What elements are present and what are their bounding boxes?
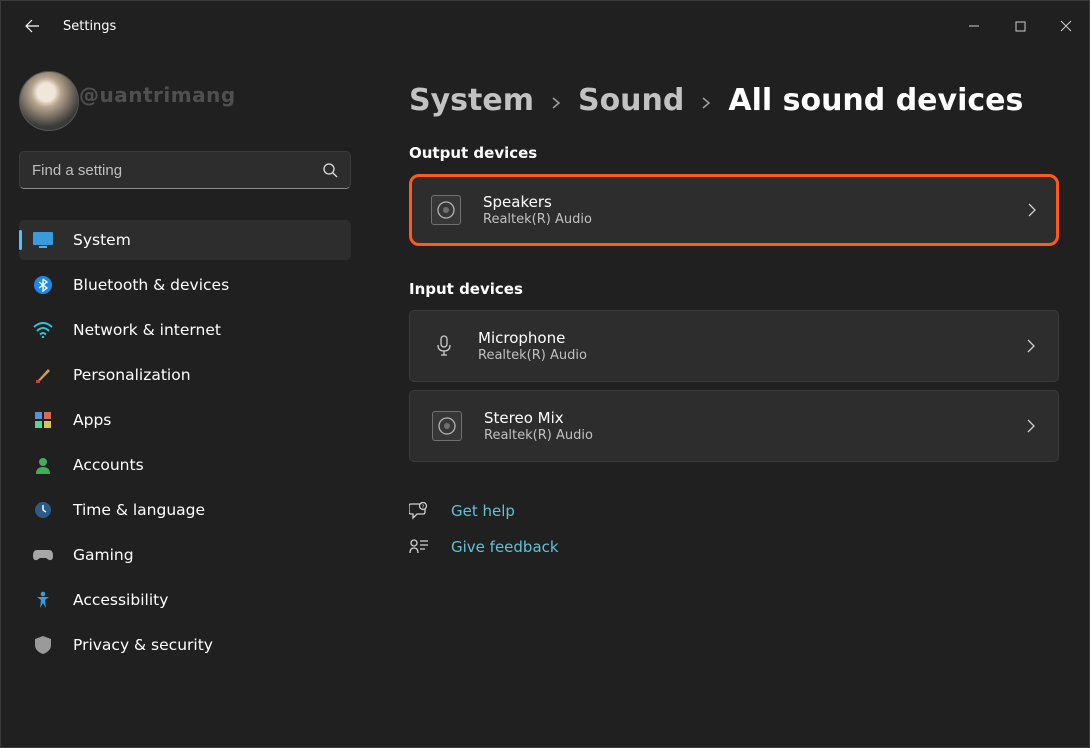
nav-label: Network & internet: [73, 321, 221, 339]
stereo-mix-icon: [432, 411, 462, 441]
chevron-right-icon: [1026, 339, 1036, 353]
get-help-row: ? Get help: [409, 502, 1059, 520]
device-subtitle: Realtek(R) Audio: [478, 348, 587, 363]
give-feedback-link[interactable]: Give feedback: [451, 538, 559, 556]
window-minimize-button[interactable]: [951, 10, 997, 42]
system-icon: [33, 230, 53, 250]
device-speakers[interactable]: Speakers Realtek(R) Audio: [409, 174, 1059, 246]
app-title: Settings: [63, 19, 116, 34]
maximize-icon: [1015, 21, 1026, 32]
profile-row[interactable]: @uantrimang: [19, 61, 361, 141]
paintbrush-icon: [33, 365, 53, 385]
accessibility-icon: [33, 590, 53, 610]
nav: System Bluetooth & devices Network & int…: [19, 215, 361, 670]
device-microphone[interactable]: Microphone Realtek(R) Audio: [409, 310, 1059, 382]
breadcrumb: System Sound All sound devices: [409, 83, 1059, 118]
nav-network-internet[interactable]: Network & internet: [19, 310, 351, 350]
device-subtitle: Realtek(R) Audio: [484, 428, 593, 443]
chevron-right-icon: [700, 97, 712, 109]
chevron-right-icon: [1027, 203, 1037, 217]
main-content: System Sound All sound devices Output de…: [361, 51, 1089, 747]
shield-icon: [33, 635, 53, 655]
nav-personalization[interactable]: Personalization: [19, 355, 351, 395]
nav-system[interactable]: System: [19, 220, 351, 260]
input-devices-label: Input devices: [409, 280, 1059, 298]
device-title: Speakers: [483, 193, 592, 211]
nav-bluetooth-devices[interactable]: Bluetooth & devices: [19, 265, 351, 305]
window-close-button[interactable]: [1043, 10, 1089, 42]
nav-time-language[interactable]: Time & language: [19, 490, 351, 530]
bluetooth-icon: [33, 275, 53, 295]
give-feedback-row: Give feedback: [409, 538, 1059, 556]
device-title: Microphone: [478, 329, 587, 347]
svg-text:?: ?: [422, 505, 425, 511]
apps-icon: [33, 410, 53, 430]
search-box[interactable]: [19, 151, 351, 189]
output-devices-label: Output devices: [409, 144, 1059, 162]
avatar: [19, 71, 79, 131]
wifi-icon: [33, 320, 53, 340]
back-button[interactable]: [23, 17, 41, 35]
search-icon: [322, 162, 338, 178]
nav-label: Gaming: [73, 546, 134, 564]
feedback-icon: [409, 538, 429, 556]
person-icon: [33, 455, 53, 475]
nav-label: Bluetooth & devices: [73, 276, 229, 294]
back-arrow-icon: [24, 18, 40, 34]
gamepad-icon: [33, 545, 53, 565]
get-help-link[interactable]: Get help: [451, 502, 515, 520]
crumb-current: All sound devices: [728, 83, 1023, 118]
titlebar: Settings: [1, 1, 1089, 51]
chevron-right-icon: [1026, 419, 1036, 433]
nav-label: Apps: [73, 411, 111, 429]
nav-label: Personalization: [73, 366, 191, 384]
search-input[interactable]: [32, 162, 322, 179]
device-title: Stereo Mix: [484, 409, 593, 427]
help-icon: ?: [409, 502, 429, 520]
close-icon: [1060, 20, 1072, 32]
speaker-icon: [431, 195, 461, 225]
nav-accessibility[interactable]: Accessibility: [19, 580, 351, 620]
watermark-text: @uantrimang: [79, 83, 236, 107]
nav-label: System: [73, 231, 131, 249]
nav-label: Time & language: [73, 501, 205, 519]
device-subtitle: Realtek(R) Audio: [483, 212, 592, 227]
device-stereo-mix[interactable]: Stereo Mix Realtek(R) Audio: [409, 390, 1059, 462]
clock-globe-icon: [33, 500, 53, 520]
nav-apps[interactable]: Apps: [19, 400, 351, 440]
nav-label: Privacy & security: [73, 636, 213, 654]
window-maximize-button[interactable]: [997, 10, 1043, 42]
crumb-sound[interactable]: Sound: [578, 83, 684, 118]
nav-gaming[interactable]: Gaming: [19, 535, 351, 575]
microphone-icon: [432, 334, 456, 358]
minimize-icon: [968, 20, 980, 32]
nav-label: Accounts: [73, 456, 144, 474]
chevron-right-icon: [550, 97, 562, 109]
nav-privacy-security[interactable]: Privacy & security: [19, 625, 351, 665]
crumb-system[interactable]: System: [409, 83, 534, 118]
sidebar: @uantrimang System Bluetooth: [1, 51, 361, 747]
nav-accounts[interactable]: Accounts: [19, 445, 351, 485]
nav-label: Accessibility: [73, 591, 168, 609]
